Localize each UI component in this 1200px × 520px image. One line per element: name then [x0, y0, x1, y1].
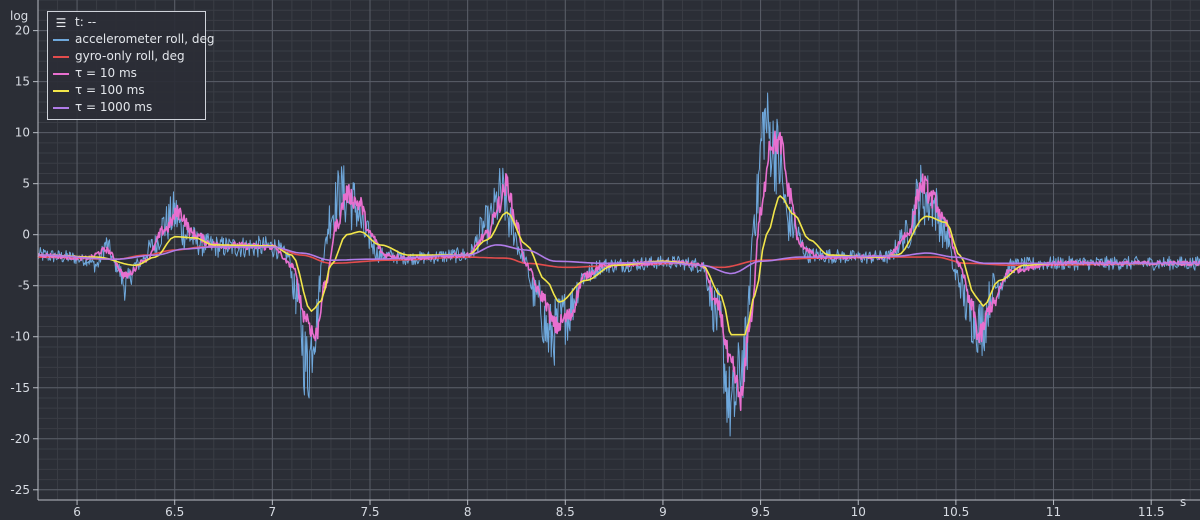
legend-label: τ = 1000 ms — [75, 100, 153, 114]
y-tick-label: -20 — [10, 432, 30, 446]
x-tick-label: 9.5 — [751, 505, 770, 519]
y-axis-label: log — [10, 9, 28, 23]
y-tick-label: 15 — [15, 75, 30, 89]
x-tick-label: 7.5 — [360, 505, 379, 519]
y-tick-label: 0 — [22, 228, 30, 242]
y-tick-label: 5 — [22, 177, 30, 191]
legend-label: accelerometer roll, deg — [75, 32, 215, 46]
chart-legend: ☰ t: -- accelerometer roll, deg gyro-onl… — [47, 11, 215, 120]
legend-item-tau-1000[interactable]: τ = 1000 ms — [48, 99, 205, 116]
x-tick-label: 7 — [269, 505, 277, 519]
x-tick-label: 11.5 — [1138, 505, 1165, 519]
legend-item-tau-100[interactable]: τ = 100 ms — [48, 82, 205, 99]
legend-swatch — [53, 72, 69, 75]
legend-swatch — [53, 38, 69, 41]
y-tick-label: 10 — [15, 126, 30, 140]
x-tick-label: 10.5 — [943, 505, 970, 519]
x-tick-label: 6 — [73, 505, 81, 519]
x-tick-label: 8.5 — [556, 505, 575, 519]
x-tick-label: 9 — [659, 505, 667, 519]
legend-item-gyro[interactable]: gyro-only roll, deg — [48, 48, 205, 65]
legend-label: gyro-only roll, deg — [75, 49, 185, 63]
legend-label: τ = 100 ms — [75, 83, 145, 97]
legend-header: ☰ t: -- — [48, 14, 205, 31]
x-tick-label: 10 — [851, 505, 866, 519]
y-tick-label: -25 — [10, 483, 30, 497]
x-tick-label: 6.5 — [165, 505, 184, 519]
y-tick-label: -10 — [10, 330, 30, 344]
y-tick-label: 20 — [15, 24, 30, 38]
legend-swatch — [53, 106, 69, 109]
legend-item-accelerometer[interactable]: accelerometer roll, deg — [48, 31, 215, 48]
y-tick-label: -15 — [10, 381, 30, 395]
x-tick-label: 8 — [464, 505, 472, 519]
legend-swatch — [53, 55, 69, 58]
legend-swatch — [53, 89, 69, 92]
menu-icon[interactable]: ☰ — [53, 17, 69, 29]
x-axis-label: s — [1180, 495, 1186, 509]
legend-time-readout: t: -- — [75, 15, 97, 29]
legend-item-tau-10[interactable]: τ = 10 ms — [48, 65, 205, 82]
legend-label: τ = 10 ms — [75, 66, 137, 80]
series-lines — [37, 92, 1200, 437]
y-tick-label: -5 — [18, 279, 30, 293]
x-tick-label: 11 — [1046, 505, 1061, 519]
